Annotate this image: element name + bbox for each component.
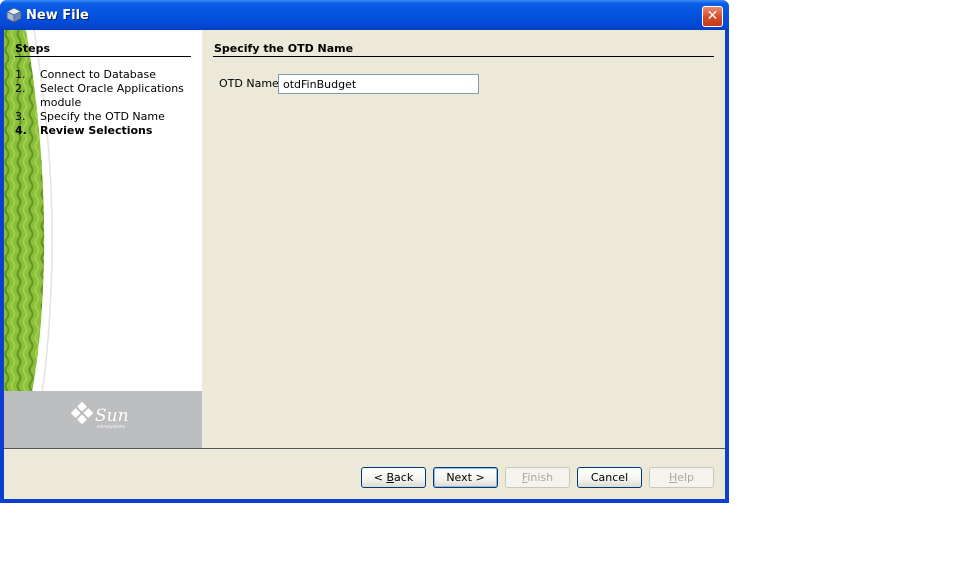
cancel-button[interactable]: Cancel	[577, 467, 642, 488]
back-button-rest: ack	[394, 471, 414, 484]
step-number: 2.	[15, 82, 26, 95]
close-icon: ✕	[706, 8, 719, 24]
page-title: Specify the OTD Name	[214, 42, 354, 55]
cube-icon	[6, 7, 22, 23]
next-button-label: Next >	[446, 471, 485, 484]
back-button[interactable]: < Back	[361, 467, 426, 488]
back-button-mnemonic: B	[386, 471, 395, 484]
close-button[interactable]: ✕	[702, 6, 723, 27]
finish-button[interactable]: Finish	[505, 467, 570, 488]
next-button[interactable]: Next >	[433, 467, 498, 488]
step-label: Specify the OTD Name	[40, 110, 165, 123]
otd-name-label: OTD Name:	[219, 77, 283, 90]
svg-text:Sun: Sun	[95, 406, 129, 426]
title-bar[interactable]: New File ✕	[0, 0, 729, 30]
step-label: Connect to Database	[40, 68, 157, 81]
logo-panel: Sun microsystems	[4, 391, 202, 448]
sun-microsystems-logo: Sun microsystems	[71, 402, 129, 429]
new-file-dialog: New File ✕ Steps 1. Connect to Database …	[0, 0, 729, 503]
dialog-body: Steps 1. Connect to Database 2. Select O…	[4, 30, 725, 499]
otd-name-input[interactable]	[278, 74, 479, 94]
finish-button-rest: inish	[527, 471, 554, 484]
svg-text:microsystems: microsystems	[97, 424, 125, 429]
step-number: 1.	[15, 68, 26, 81]
steps-divider	[15, 56, 191, 57]
step-label: Select Oracle Applications module	[40, 82, 184, 109]
help-button[interactable]: Help	[649, 467, 714, 488]
cancel-button-label: Cancel	[590, 471, 629, 484]
step-label: Review Selections	[40, 124, 153, 137]
window-title: New File	[26, 8, 89, 23]
step-number: 4.	[15, 124, 27, 137]
help-button-mnemonic: H	[668, 471, 678, 484]
steps-panel: Steps 1. Connect to Database 2. Select O…	[4, 30, 202, 448]
step-number: 3.	[15, 110, 26, 123]
footer-divider	[4, 448, 725, 449]
help-button-rest: elp	[677, 471, 695, 484]
steps-heading: Steps	[15, 42, 51, 55]
title-divider	[213, 56, 714, 57]
back-button-prefix: <	[373, 471, 387, 484]
